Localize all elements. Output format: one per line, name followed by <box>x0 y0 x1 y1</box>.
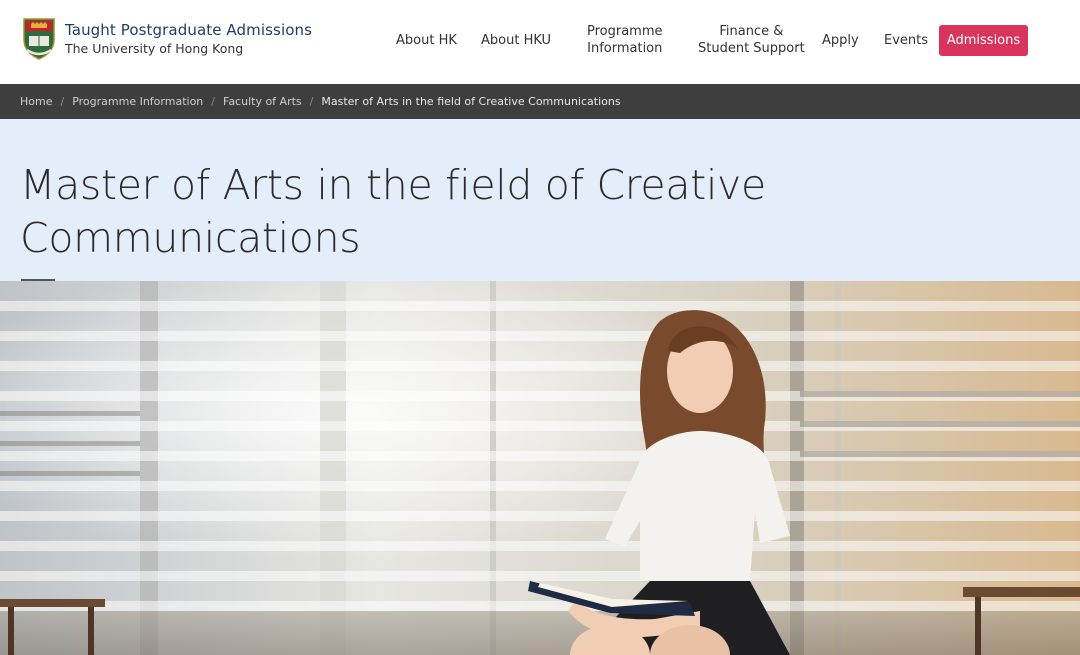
nav-programme-line2: Information <box>587 41 663 56</box>
nav-programme-information[interactable]: Programme Information <box>587 23 663 57</box>
nav-about-hku[interactable]: About HKU <box>481 32 551 49</box>
breadcrumb-separator: / <box>211 95 215 108</box>
title-band: Master of Arts in the field of Creative … <box>0 119 1080 281</box>
hero-photo-illustration <box>0 281 1080 655</box>
breadcrumb-faculty-of-arts[interactable]: Faculty of Arts <box>223 95 302 108</box>
breadcrumb: Home / Programme Information / Faculty o… <box>0 84 1080 119</box>
breadcrumb-separator: / <box>309 95 314 108</box>
nav-apply[interactable]: Apply <box>822 32 859 49</box>
page-title: Master of Arts in the field of Creative … <box>20 161 766 262</box>
main-nav: About HK About HKU Programme Information… <box>0 0 1080 84</box>
hero-image <box>0 281 1080 655</box>
site-header: Taught Postgraduate Admissions The Unive… <box>0 0 1080 84</box>
nav-finance-line1: Finance & <box>719 24 784 39</box>
admissions-button[interactable]: Admissions <box>939 25 1028 56</box>
breadcrumb-separator: / <box>60 95 65 108</box>
nav-events[interactable]: Events <box>884 32 928 49</box>
breadcrumb-programme-information[interactable]: Programme Information <box>72 95 203 108</box>
nav-about-hk[interactable]: About HK <box>396 32 457 49</box>
breadcrumb-current: Master of Arts in the field of Creative … <box>321 95 621 108</box>
breadcrumb-home[interactable]: Home <box>20 95 52 108</box>
nav-finance-student-support[interactable]: Finance & Student Support <box>698 23 805 57</box>
nav-programme-line1: Programme <box>587 24 663 39</box>
nav-finance-line2: Student Support <box>698 41 805 56</box>
